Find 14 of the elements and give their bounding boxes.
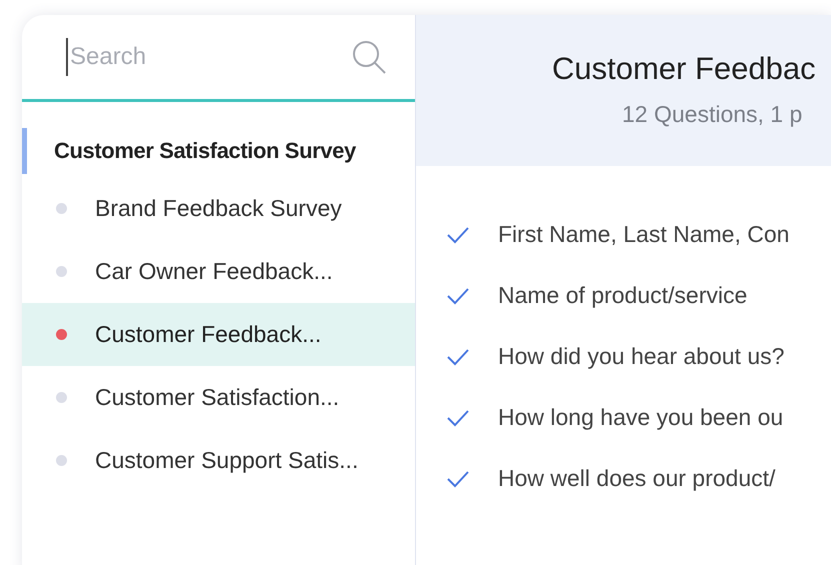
survey-list-item[interactable]: Car Owner Feedback... (22, 240, 415, 303)
question-text: How long have you been ou (498, 404, 784, 431)
question-text: Name of product/service (498, 282, 748, 309)
question-text: First Name, Last Name, Con (498, 221, 790, 248)
survey-list-item[interactable]: Brand Feedback Survey (22, 177, 415, 240)
survey-list-item[interactable]: Customer Satisfaction... (22, 366, 415, 429)
search-icon[interactable] (351, 39, 387, 75)
survey-list-item[interactable]: Customer Support Satis... (22, 429, 415, 492)
search-field[interactable]: Search (66, 38, 341, 76)
question-text: How well does our product/ (498, 465, 776, 492)
survey-subtitle: 12 Questions, 1 p (622, 101, 804, 128)
survey-title: Customer Feedbac (552, 51, 817, 87)
survey-list-item[interactable]: Customer Feedback... (22, 303, 415, 366)
question-text: How did you hear about us? (498, 343, 784, 370)
